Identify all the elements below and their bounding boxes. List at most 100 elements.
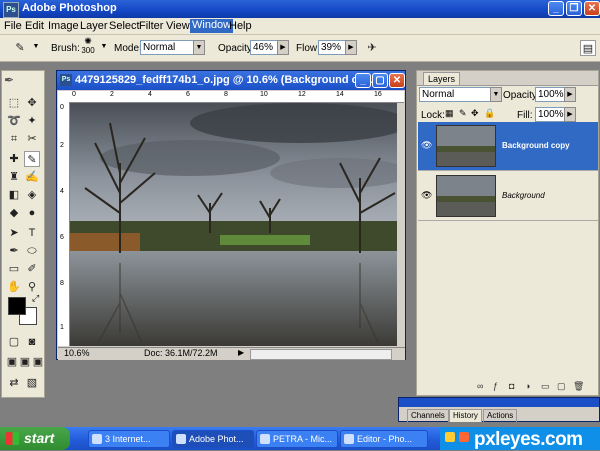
menu-image[interactable]: Image [48,20,79,32]
layer-row[interactable]: 👁 Background copy [418,122,598,171]
marquee-tool-icon[interactable]: ⬚ [6,95,22,111]
layer-thumbnail [436,125,496,167]
tab-layers[interactable]: Layers [423,72,461,85]
menu-filter[interactable]: Filter [139,20,163,32]
opacity-slider-arrow[interactable]: ▶ [277,40,289,55]
brush-preset-icon[interactable]: ✎ [12,40,28,56]
pen-tool-icon[interactable]: ✒ [6,243,22,259]
close-button[interactable]: ✕ [584,1,600,16]
jump-to-imageready-icon[interactable]: ⇄ [6,375,22,391]
layer-blend-mode-select[interactable]: Normal [419,87,491,102]
imageready-icon[interactable]: ▧ [24,375,40,391]
history-brush-icon[interactable]: ✍ [24,169,40,185]
palette-well-icon[interactable]: ▤ [580,40,596,56]
adjustment-layer-icon[interactable]: ◑ [525,381,530,391]
menu-view[interactable]: View [166,20,190,32]
doc-minimize-button[interactable]: _ [355,73,371,88]
horizontal-scrollbar[interactable] [250,349,392,360]
document-titlebar[interactable]: Ps 4479125829_fedff174b1_o.jpg @ 10.6% (… [57,71,405,90]
brush-size-preview[interactable]: ✺ 300 [80,37,96,59]
notes-tool-icon[interactable]: ▭ [6,261,22,277]
new-layer-icon[interactable]: ▢ [557,381,566,392]
magic-wand-icon[interactable]: ✦ [24,113,40,129]
path-selection-icon[interactable]: ➤ [6,225,22,241]
brush-preset-dropdown[interactable]: ▼ [30,40,42,55]
doc-close-button[interactable]: ✕ [389,73,405,88]
taskbar-item[interactable]: PETRA - Mic... [256,430,338,448]
dodge-tool-icon[interactable]: ● [24,205,40,221]
mode-dropdown-arrow[interactable]: ▼ [193,40,205,55]
flow-slider-arrow[interactable]: ▶ [345,40,357,55]
minimize-button[interactable]: _ [548,1,564,16]
menu-layer[interactable]: Layer [80,20,108,32]
document-size-info: Doc: 36.1M/72.2M [144,348,218,358]
lock-transparency-icon[interactable]: ▦ [445,108,454,119]
status-menu-arrow[interactable]: ▶ [238,348,244,357]
tray-icon[interactable] [459,432,469,442]
vertical-ruler[interactable]: 0 2 4 6 8 1 [58,102,70,346]
layer-opacity-arrow[interactable]: ▶ [564,87,576,102]
layer-name[interactable]: Background copy [502,141,570,150]
start-button[interactable]: start [0,427,70,450]
standard-mode-icon[interactable]: ▢ [6,334,22,350]
shape-tool-icon[interactable]: ⬭ [24,243,40,259]
brush-tool-icon[interactable]: ✎ [24,151,40,167]
opacity-input[interactable]: 46% [250,40,278,55]
internet-explorer-icon [92,434,102,444]
menu-file[interactable]: File [4,20,22,32]
horizontal-ruler[interactable]: 0 2 4 6 8 10 12 14 16 [70,91,404,103]
menu-edit[interactable]: Edit [25,20,44,32]
layer-name[interactable]: Background [502,191,545,200]
lock-position-icon[interactable]: ✥ [471,108,479,119]
quick-mask-icon[interactable]: ◙ [24,334,40,350]
taskbar-item[interactable]: Adobe Phot... [172,430,254,448]
paint-bucket-icon[interactable]: ◈ [24,187,40,203]
lock-all-icon[interactable]: 🔒 [484,108,495,119]
doc-maximize-button[interactable]: ▢ [372,73,388,88]
lasso-tool-icon[interactable]: ➰ [6,113,22,129]
mode-select[interactable]: Normal [140,40,195,55]
tray-icon[interactable] [445,432,455,442]
layer-mask-icon[interactable]: ◘ [509,381,514,391]
zoom-level[interactable]: 10.6% [64,348,90,358]
brush-size-dropdown[interactable]: ▼ [98,40,110,55]
menu-window[interactable]: Window [190,19,234,33]
hand-tool-icon[interactable]: ✋ [6,279,22,295]
blend-mode-dropdown-arrow[interactable]: ▼ [490,87,502,102]
menu-select[interactable]: Select [109,20,140,32]
lock-image-icon[interactable]: ✎ [459,108,467,119]
clone-stamp-icon[interactable]: ♜ [6,169,22,185]
tab-history[interactable]: History [449,409,482,422]
delete-layer-icon[interactable]: 🗑 [573,381,584,392]
eyedropper-icon[interactable]: ✐ [24,261,40,277]
layer-row[interactable]: 👁 Background [418,172,598,221]
image-canvas[interactable] [70,103,397,346]
layer-opacity-input[interactable]: 100% [535,87,565,102]
flow-input[interactable]: 39% [318,40,346,55]
menu-help[interactable]: Help [229,20,252,32]
crop-tool-icon[interactable]: ⌗ [6,131,22,147]
screen-mode-full-icon[interactable]: ▣ [30,354,46,370]
fill-input[interactable]: 100% [535,107,565,122]
eraser-tool-icon[interactable]: ◧ [6,187,22,203]
link-layers-icon[interactable]: ∞ [477,381,483,391]
history-panel-titlebar[interactable] [399,398,599,407]
layer-style-icon[interactable]: ƒ [493,381,498,391]
fill-arrow[interactable]: ▶ [564,107,576,122]
tab-actions[interactable]: Actions [483,409,518,422]
windows-logo-icon [6,432,19,445]
blur-tool-icon[interactable]: ◆ [6,205,22,221]
move-tool-icon[interactable]: ✥ [24,95,40,111]
type-tool-icon[interactable]: T [24,225,40,241]
healing-brush-icon[interactable]: ✚ [6,151,22,167]
eye-icon[interactable]: 👁 [421,140,432,151]
eye-icon[interactable]: 👁 [421,190,432,201]
swap-colors-icon[interactable]: ⤢ [32,293,39,304]
taskbar-item[interactable]: 3 Internet... [88,430,170,448]
slice-tool-icon[interactable]: ✂ [24,131,40,147]
maximize-button[interactable]: ❐ [566,1,582,16]
new-group-icon[interactable]: ▭ [541,381,550,392]
taskbar-item[interactable]: Editor - Pho... [340,430,428,448]
airbrush-icon[interactable]: ✈ [364,40,380,56]
tab-channels[interactable]: Channels [407,409,449,422]
